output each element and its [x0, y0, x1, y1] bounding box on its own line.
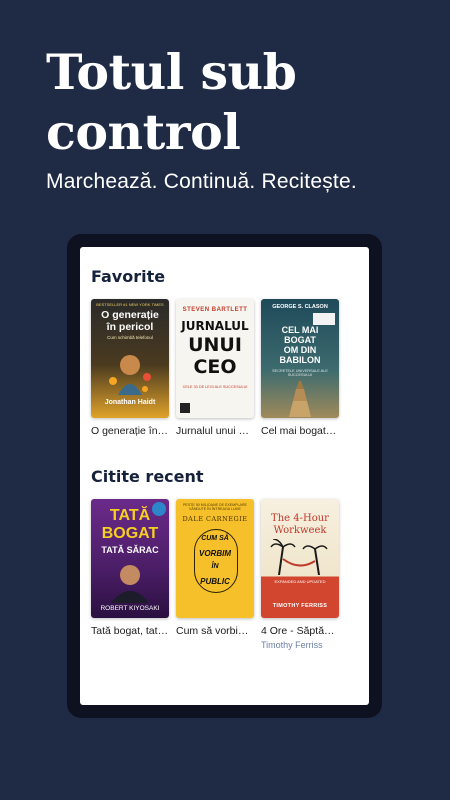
cover-badge: EXPANDED AND UPDATED: [274, 579, 326, 584]
cover-title-line: BOGAT: [101, 525, 159, 542]
author-portrait-icon: [111, 565, 149, 603]
book-cover[interactable]: PESTE 50 MILIOANE DE EXEMPLARE VÂNDUTE Î…: [176, 499, 254, 618]
promo-headline: Totul sub control: [46, 42, 416, 162]
cover-title-line: OM DIN: [283, 345, 317, 355]
cover-author: TIMOTHY FERRISS: [272, 603, 328, 609]
cover-title-line: CEO: [193, 356, 237, 378]
cover-title-line: O generație: [101, 309, 159, 321]
headline-line-1: Totul sub: [46, 43, 297, 101]
cover-title-line: în pericol: [106, 321, 154, 333]
book-cover[interactable]: TATĂ BOGAT TATĂ SĂRAC ROBERT KIYOSAKI: [91, 499, 169, 618]
cover-title-line: VORBIM: [199, 549, 231, 558]
cover-author: ROBERT KIYOSAKI: [100, 605, 160, 612]
recent-section-title: Citite recent: [91, 467, 204, 486]
cover-title-line: BOGAT: [284, 335, 316, 345]
cover-title-line: Workweek: [273, 525, 327, 536]
tablet-device: Favorite BESTSELLER #1 NEW YORK TIMES O …: [67, 234, 382, 718]
book-cover[interactable]: BESTSELLER #1 NEW YORK TIMES O generație…: [91, 299, 169, 418]
book-title: Jurnalul unui CEO: [176, 425, 254, 437]
favorites-section-title: Favorite: [91, 267, 166, 286]
publisher-logo-icon: [180, 403, 190, 413]
cover-illustration-icon: [109, 355, 151, 395]
tower-illustration-icon: [289, 381, 311, 417]
cover-author: Jonathan Haidt: [104, 399, 156, 406]
cover-title-line: TATĂ: [109, 507, 151, 524]
book-title: Cum să vorbim în public: [176, 625, 254, 637]
book-author: Timothy Ferriss: [261, 640, 323, 650]
cover-title-line: The 4-Hour: [271, 513, 329, 524]
cover-top-text: PESTE 50 MILIOANE DE EXEMPLARE VÂNDUTE Î…: [183, 503, 247, 511]
cover-title-line: TATĂ SĂRAC: [101, 545, 159, 555]
cover-top-text: BESTSELLER #1 NEW YORK TIMES: [96, 302, 164, 307]
cover-title-line: JURNALUL: [181, 319, 249, 333]
book-title: 4 Ore - Săptămâna de lucru: [261, 625, 339, 637]
cover-subtitle: Cum schimbă telefonul: [107, 335, 153, 340]
cover-title-line: ÎN: [211, 563, 219, 570]
cover-sticker: [313, 313, 335, 325]
book-cover[interactable]: STEVEN BARTLETT JURNALUL UNUI CEO CELE 3…: [176, 299, 254, 418]
cover-author: STEVEN BARTLETT: [182, 307, 248, 313]
cover-title-line: CUM SĂ: [201, 535, 229, 542]
cover-title-line: CEL MAI: [281, 325, 319, 335]
book-title: O generație în pericol: [91, 425, 169, 437]
cover-author: DALE CARNEGIE: [182, 515, 248, 523]
promo-subline: Marchează. Continuă. Recitește.: [46, 170, 357, 193]
cover-subtitle: CELE 33 DE LEGI ALE SUCCESULUI: [182, 385, 248, 389]
cover-title-line: UNUI: [188, 334, 242, 356]
book-cover[interactable]: GEORGE S. CLASON CEL MAI BOGAT OM DIN BA…: [261, 299, 339, 418]
cover-subtitle: SECRETELE UNIVERSALE ALE SUCCESULUI: [272, 369, 328, 377]
cover-title-line: BABILON: [279, 355, 321, 365]
cover-author: GEORGE S. CLASON: [272, 304, 328, 310]
book-title: Cel mai bogat om din Babilon: [261, 425, 339, 437]
headline-line-2: control: [46, 103, 241, 161]
palm-hammock-icon: [270, 539, 328, 575]
book-cover[interactable]: The 4-Hour Workweek EXPANDED AND UPDATED…: [261, 499, 339, 618]
cover-title-line: PUBLIC: [200, 577, 230, 586]
book-title: Tată bogat, tată sărac: [91, 625, 169, 637]
tablet-screen: Favorite BESTSELLER #1 NEW YORK TIMES O …: [80, 247, 369, 705]
